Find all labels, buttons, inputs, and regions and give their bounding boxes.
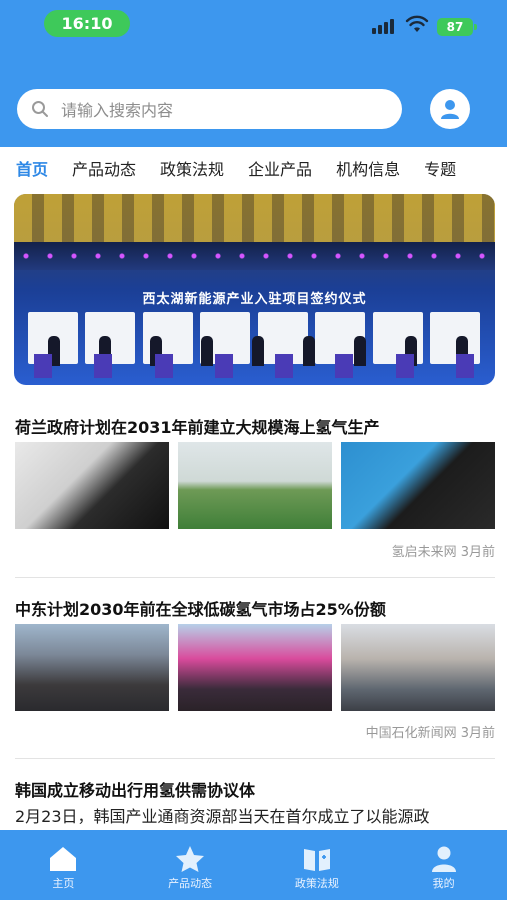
news-title[interactable]: 中东计划2030年前在全球低碳氢气市场占25%份额 bbox=[15, 596, 386, 620]
nav-home[interactable]: 主页 bbox=[0, 830, 127, 900]
search-icon bbox=[32, 101, 48, 117]
app-header: 16:10 87 请输入搜索内容 bbox=[0, 0, 507, 147]
banner-image[interactable]: 西太湖新能源产业入驻项目签约仪式 bbox=[14, 194, 495, 385]
category-tabs: 首页 产品动态 政策法规 企业产品 机构信息 专题 bbox=[0, 147, 507, 189]
divider bbox=[15, 577, 495, 578]
news-thumbnail[interactable] bbox=[178, 442, 332, 529]
nav-policy[interactable]: 政策法规 bbox=[254, 830, 381, 900]
battery-indicator: 87 bbox=[437, 18, 477, 36]
nav-label: 我的 bbox=[432, 877, 455, 890]
status-bar: 16:10 87 bbox=[0, 0, 507, 50]
user-icon bbox=[431, 846, 456, 872]
nav-product-news[interactable]: 产品动态 bbox=[127, 830, 254, 900]
tab-product-news[interactable]: 产品动态 bbox=[60, 156, 148, 180]
news-meta: 中国石化新闻网 3月前 bbox=[366, 722, 495, 741]
bottom-navigation: 主页 产品动态 政策法规 我的 bbox=[0, 830, 507, 900]
nav-label: 产品动态 bbox=[168, 877, 213, 890]
news-thumbnail[interactable] bbox=[341, 442, 495, 529]
news-excerpt[interactable]: 2月23日，韩国产业通商资源部当天在首尔成立了以能源政 bbox=[15, 803, 430, 827]
news-time: 3月前 bbox=[460, 726, 495, 741]
news-time: 3月前 bbox=[460, 545, 495, 560]
home-icon bbox=[50, 847, 77, 871]
news-source: 中国石化新闻网 bbox=[365, 726, 457, 741]
search-placeholder: 请输入搜索内容 bbox=[61, 101, 174, 120]
wifi-icon bbox=[405, 15, 429, 32]
status-time: 16:10 bbox=[44, 10, 130, 37]
search-input[interactable]: 请输入搜索内容 bbox=[17, 89, 402, 129]
nav-label: 主页 bbox=[52, 877, 75, 890]
tab-institutions[interactable]: 机构信息 bbox=[324, 156, 412, 180]
star-icon bbox=[176, 846, 205, 872]
tab-topics[interactable]: 专题 bbox=[412, 156, 468, 180]
news-thumbnail[interactable] bbox=[341, 624, 495, 711]
news-thumbnail[interactable] bbox=[15, 442, 169, 529]
banner-caption: 西太湖新能源产业入驻项目签约仪式 bbox=[142, 292, 367, 307]
cellular-signal-icon bbox=[372, 16, 398, 34]
news-source: 氢启未来网 bbox=[391, 545, 457, 560]
news-title[interactable]: 韩国成立移动出行用氢供需协议体 bbox=[15, 777, 255, 801]
divider bbox=[15, 758, 495, 759]
tab-policy[interactable]: 政策法规 bbox=[148, 156, 236, 180]
news-thumbnail[interactable] bbox=[178, 624, 332, 711]
profile-button[interactable] bbox=[430, 89, 470, 129]
book-icon bbox=[303, 849, 330, 871]
nav-label: 政策法规 bbox=[294, 877, 339, 890]
news-title[interactable]: 荷兰政府计划在2031年前建立大规模海上氢气生产 bbox=[15, 414, 380, 438]
user-icon bbox=[441, 100, 459, 119]
tab-enterprise-products[interactable]: 企业产品 bbox=[236, 156, 324, 180]
tab-home[interactable]: 首页 bbox=[0, 156, 60, 180]
nav-me[interactable]: 我的 bbox=[380, 830, 507, 900]
news-thumbnail[interactable] bbox=[15, 624, 169, 711]
news-meta: 氢启未来网 3月前 bbox=[392, 541, 495, 560]
